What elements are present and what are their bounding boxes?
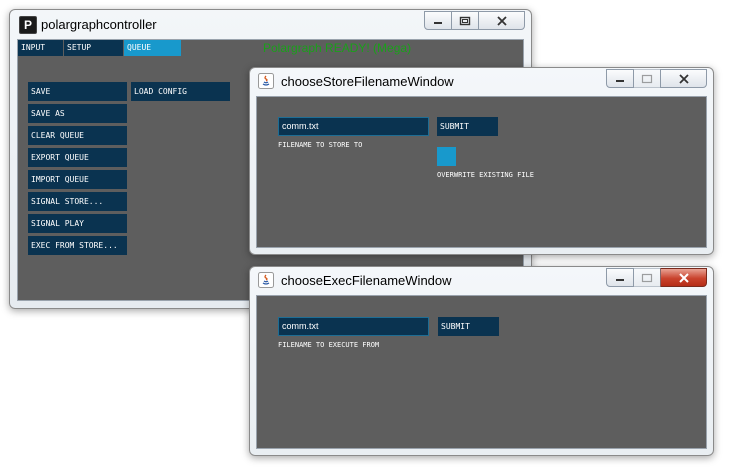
maximize-icon xyxy=(641,273,653,282)
save-button[interactable]: SAVE xyxy=(28,82,127,101)
store-canvas[interactable]: comm.txt FILENAME TO STORE TO SUBMIT OVE… xyxy=(256,96,707,248)
store-titlebar[interactable]: chooseStoreFilenameWindow xyxy=(250,68,713,94)
exec-filename-label: FILENAME TO EXECUTE FROM xyxy=(278,341,380,349)
import-queue-button[interactable]: IMPORT QUEUE xyxy=(28,170,127,189)
store-filename-label: FILENAME TO STORE TO xyxy=(278,141,363,149)
main-window-title: polargraphcontroller xyxy=(41,17,157,32)
tab-setup[interactable]: SETUP xyxy=(64,40,123,56)
store-window-controls xyxy=(606,69,707,88)
minimize-icon xyxy=(616,278,624,281)
close-button[interactable] xyxy=(478,11,525,30)
close-icon xyxy=(496,15,507,26)
maximize-icon xyxy=(641,74,653,83)
close-button[interactable] xyxy=(660,69,707,88)
maximize-button xyxy=(633,69,661,88)
minimize-button[interactable] xyxy=(424,11,452,30)
exec-submit-button[interactable]: SUBMIT xyxy=(438,317,499,336)
exec-filename-input[interactable]: comm.txt xyxy=(278,317,429,336)
save-as-button[interactable]: SAVE AS xyxy=(28,104,127,123)
store-window: chooseStoreFilenameWindow comm.txt FILEN… xyxy=(249,67,714,255)
tab-queue[interactable]: QUEUE xyxy=(124,40,181,56)
overwrite-checkbox[interactable] xyxy=(437,147,456,166)
signal-store-button[interactable]: SIGNAL STORE... xyxy=(28,192,127,211)
exec-window-controls xyxy=(606,268,707,287)
app-icon: P xyxy=(19,16,37,34)
exec-window: chooseExecFilenameWindow comm.txt FILENA… xyxy=(249,266,714,456)
maximize-button xyxy=(633,268,661,287)
close-icon xyxy=(678,272,689,283)
exec-canvas[interactable]: comm.txt FILENAME TO EXECUTE FROM SUBMIT xyxy=(256,295,707,449)
minimize-icon xyxy=(616,79,624,82)
exec-window-title: chooseExecFilenameWindow xyxy=(281,273,452,288)
minimize-button[interactable] xyxy=(606,69,634,88)
clear-queue-button[interactable]: CLEAR QUEUE xyxy=(28,126,127,145)
store-submit-button[interactable]: SUBMIT xyxy=(437,117,498,136)
exec-from-store-button[interactable]: EXEC FROM STORE... xyxy=(28,236,127,255)
minimize-button[interactable] xyxy=(606,268,634,287)
status-text: Polargraph READY! (Mega) xyxy=(263,41,412,55)
java-icon xyxy=(258,272,274,288)
load-config-button[interactable]: LOAD CONFIG xyxy=(131,82,230,101)
close-button[interactable] xyxy=(660,268,707,287)
export-queue-button[interactable]: EXPORT QUEUE xyxy=(28,148,127,167)
minimize-icon xyxy=(434,21,442,24)
exec-titlebar[interactable]: chooseExecFilenameWindow xyxy=(250,267,713,293)
close-icon xyxy=(678,73,689,84)
store-filename-input[interactable]: comm.txt xyxy=(278,117,429,136)
main-window-controls xyxy=(424,11,525,30)
main-titlebar[interactable]: P polargraphcontroller xyxy=(10,10,531,38)
overwrite-label: OVERWRITE EXISTING FILE xyxy=(437,171,534,179)
java-icon xyxy=(258,73,274,89)
maximize-icon xyxy=(459,16,471,25)
store-window-title: chooseStoreFilenameWindow xyxy=(281,74,454,89)
tab-input[interactable]: INPUT xyxy=(18,40,63,56)
signal-play-button[interactable]: SIGNAL PLAY xyxy=(28,214,127,233)
maximize-button[interactable] xyxy=(451,11,479,30)
